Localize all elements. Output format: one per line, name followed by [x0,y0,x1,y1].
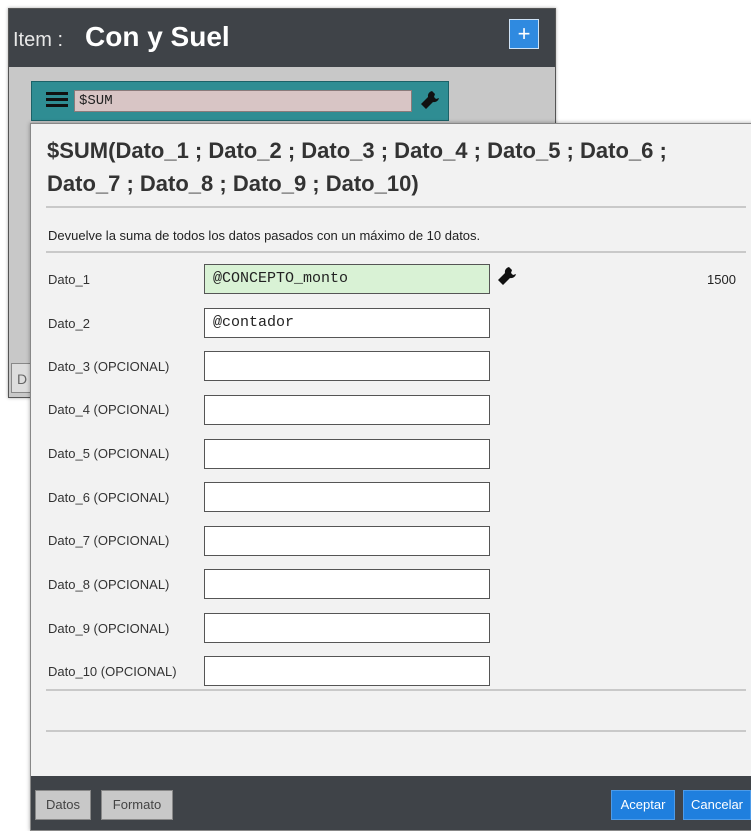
param-input-3[interactable] [204,351,490,381]
add-button[interactable]: + [509,19,539,49]
wrench-icon[interactable] [495,264,519,288]
tab-datos[interactable]: Datos [35,790,91,820]
formula-input[interactable]: $SUM [74,90,412,112]
param-label-7: Dato_7 (OPCIONAL) [48,533,170,548]
param-label-4: Dato_4 (OPCIONAL) [48,402,170,417]
accept-button[interactable]: Aceptar [611,790,675,820]
param-label-2: Dato_2 [48,316,90,331]
param-input-9[interactable] [204,613,490,643]
param-label-10: Dato_10 (OPCIONAL) [48,664,177,679]
item-name-title: Con y Suel [85,21,230,52]
param-input-6[interactable] [204,482,490,512]
param-input-7[interactable] [204,526,490,556]
function-dialog: $SUM(Dato_1 ; Dato_2 ; Dato_3 ; Dato_4 ;… [30,123,751,831]
param-label-6: Dato_6 (OPCIONAL) [48,490,170,505]
tab-formato[interactable]: Formato [101,790,173,820]
param-input-4[interactable] [204,395,490,425]
cancel-button[interactable]: Cancelar [683,790,751,820]
param-label-5: Dato_5 (OPCIONAL) [48,446,170,461]
function-signature-title: $SUM(Dato_1 ; Dato_2 ; Dato_3 ; Dato_4 ;… [47,138,667,196]
param-input-2[interactable]: @contador [204,308,490,338]
divider [46,206,746,208]
param-result-1: 1500 [707,272,736,287]
wrench-icon[interactable] [418,88,442,112]
item-prefix-label: Item : [13,29,64,51]
param-label-3: Dato_3 (OPCIONAL) [48,359,170,374]
divider [46,730,746,732]
dialog-footer: Datos Formato Aceptar Cancelar [31,776,751,830]
param-input-8[interactable] [204,569,490,599]
param-input-5[interactable] [204,439,490,469]
divider [46,251,746,253]
param-input-10[interactable] [204,656,490,686]
item-header: Item : Con y Suel + [9,9,555,67]
param-label-1: Dato_1 [48,272,90,287]
formula-bar: $SUM [31,81,449,121]
hamburger-menu-icon[interactable] [46,92,68,110]
function-description: Devuelve la suma de todos los datos pasa… [48,228,481,243]
param-label-9: Dato_9 (OPCIONAL) [48,621,170,636]
param-label-8: Dato_8 (OPCIONAL) [48,577,170,592]
param-input-1[interactable]: @CONCEPTO_monto [204,264,490,294]
divider [46,689,746,691]
